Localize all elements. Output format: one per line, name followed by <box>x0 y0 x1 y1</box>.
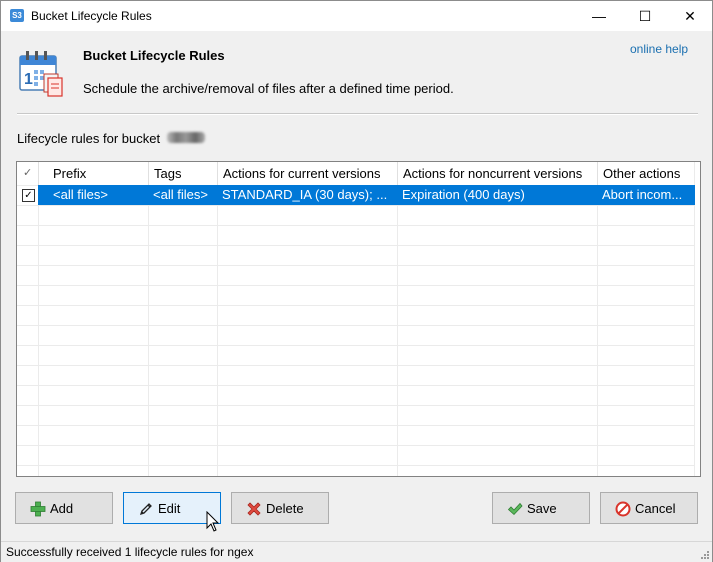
cell-prefix: <all files> <box>53 187 108 202</box>
rules-grid[interactable]: ✓ Prefix Tags Actions for current versio… <box>16 161 701 477</box>
save-button-label: Save <box>527 501 557 516</box>
row-divider <box>17 305 694 306</box>
plus-icon <box>30 501 46 517</box>
add-button-label: Add <box>50 501 74 516</box>
column-header-current-actions[interactable]: Actions for current versions <box>218 162 397 185</box>
cancel-button-label: Cancel <box>635 501 676 516</box>
status-bar: Successfully received 1 lifecycle rules … <box>1 541 712 562</box>
cell-noncurrent-actions: Expiration (400 days) <box>402 187 525 202</box>
column-header-prefix[interactable]: Prefix <box>48 162 148 185</box>
row-divider <box>17 425 694 426</box>
row-divider <box>17 265 694 266</box>
delete-button[interactable]: Delete <box>231 492 329 524</box>
column-divider <box>397 162 398 476</box>
save-button[interactable]: Save <box>492 492 590 524</box>
column-divider <box>597 162 598 476</box>
row-divider <box>17 445 694 446</box>
row-divider <box>17 285 694 286</box>
row-divider <box>17 385 694 386</box>
close-button[interactable]: ✕ <box>667 1 713 31</box>
svg-text:1: 1 <box>24 71 33 88</box>
rules-label: Lifecycle rules for bucket <box>17 131 161 146</box>
header-separator <box>17 113 698 115</box>
resize-grip-icon[interactable] <box>700 550 710 560</box>
mouse-cursor-icon <box>206 511 220 532</box>
row-divider <box>17 345 694 346</box>
title-bar[interactable]: S3 Bucket Lifecycle Rules — ☐ ✕ <box>1 1 712 31</box>
row-divider <box>17 405 694 406</box>
row-divider <box>17 225 694 226</box>
cell-current-actions: STANDARD_IA (30 days); ... <box>222 187 388 202</box>
cancel-icon <box>615 501 631 517</box>
delete-button-label: Delete <box>266 501 304 516</box>
column-header-other-actions[interactable]: Other actions <box>598 162 694 185</box>
minimize-button[interactable]: — <box>576 1 622 31</box>
dialog-window: S3 Bucket Lifecycle Rules — ☐ ✕ 1 Bucket… <box>0 0 713 562</box>
cell-other-actions: Abort incom... <box>602 187 683 202</box>
window-title: Bucket Lifecycle Rules <box>31 9 152 23</box>
column-header-check[interactable]: ✓ <box>17 162 38 185</box>
edit-button-label: Edit <box>158 501 181 516</box>
cancel-button[interactable]: Cancel <box>600 492 698 524</box>
header-divider <box>38 162 39 185</box>
column-divider <box>38 162 39 476</box>
bucket-name-redacted <box>167 132 205 143</box>
column-divider <box>694 162 695 476</box>
column-divider <box>217 162 218 476</box>
status-text: Successfully received 1 lifecycle rules … <box>6 545 254 559</box>
cell-tags: <all files> <box>153 187 208 202</box>
delete-x-icon <box>247 502 261 516</box>
row-divider <box>17 245 694 246</box>
online-help-link[interactable]: online help <box>630 42 688 56</box>
row-divider <box>17 325 694 326</box>
add-button[interactable]: Add <box>15 492 113 524</box>
header-divider <box>148 162 149 185</box>
pencil-icon <box>139 503 152 516</box>
maximize-button[interactable]: ☐ <box>622 1 668 31</box>
calendar-icon: 1 <box>19 51 63 97</box>
column-divider <box>148 162 149 476</box>
header-divider <box>597 162 598 185</box>
header-description: Schedule the archive/removal of files af… <box>83 81 454 96</box>
row-divider <box>17 465 694 466</box>
checkmark-icon <box>507 502 523 516</box>
rule-enabled-checkbox[interactable]: ✓ <box>22 189 35 202</box>
header-divider <box>397 162 398 185</box>
column-header-tags[interactable]: Tags <box>149 162 217 185</box>
header-title: Bucket Lifecycle Rules <box>83 48 225 63</box>
header-divider <box>217 162 218 185</box>
column-header-noncurrent-actions[interactable]: Actions for noncurrent versions <box>398 162 597 185</box>
app-icon: S3 <box>10 9 24 22</box>
row-divider <box>17 205 694 206</box>
row-divider <box>17 365 694 366</box>
